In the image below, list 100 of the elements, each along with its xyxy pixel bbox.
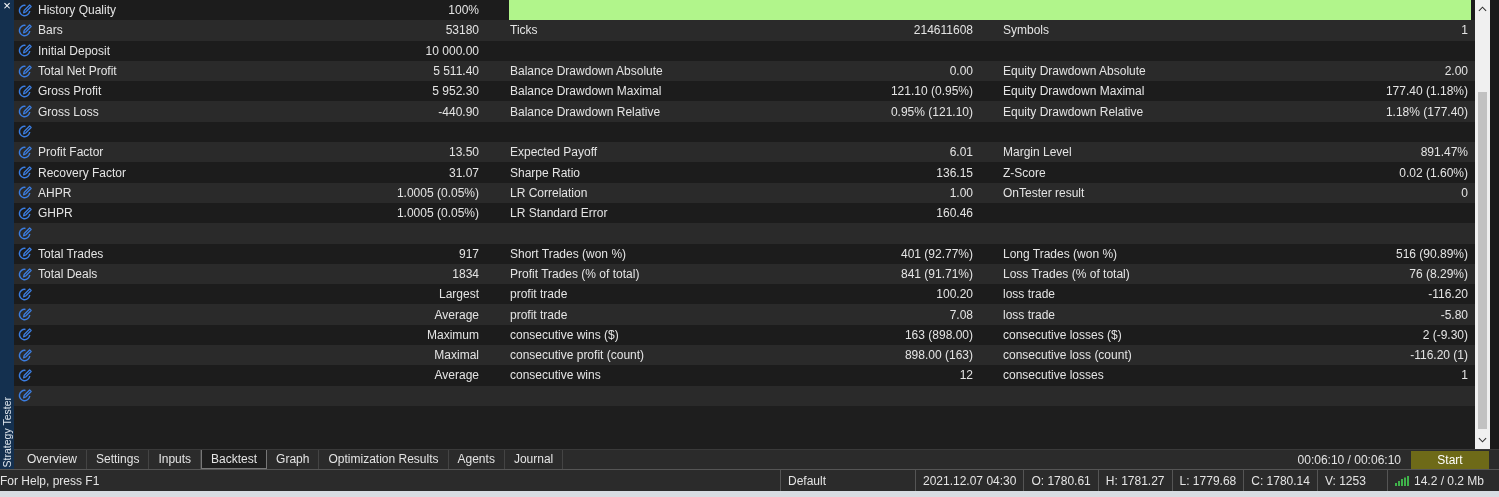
metric-value: 0.95% (121.10) bbox=[890, 104, 973, 119]
metric-label: LR Standard Error bbox=[510, 206, 608, 221]
metric-label: Balance Drawdown Absolute bbox=[510, 64, 663, 79]
metric-label: Sharpe Ratio bbox=[510, 165, 581, 180]
edit-icon[interactable] bbox=[18, 205, 33, 221]
metric-value: 1834 bbox=[452, 267, 479, 281]
start-button[interactable]: Start bbox=[1411, 451, 1489, 469]
edit-icon[interactable] bbox=[18, 368, 33, 383]
metric-value: 401 (92.77%) bbox=[900, 246, 973, 261]
metric-value: 214611608 bbox=[913, 23, 973, 38]
metric-label: Equity Drawdown Absolute bbox=[1003, 64, 1146, 79]
metric-value: 841 (91.71%) bbox=[900, 267, 973, 281]
metric-label: Total Deals bbox=[38, 267, 98, 281]
edit-icon[interactable] bbox=[18, 347, 33, 363]
metric-value: 898.00 (163) bbox=[904, 348, 973, 363]
edit-icon[interactable] bbox=[18, 144, 33, 160]
metric-label: OnTester result bbox=[1003, 185, 1085, 200]
metric-label: loss trade bbox=[1003, 307, 1056, 322]
metric-label: History Quality bbox=[38, 3, 117, 18]
metric-label: Loss Trades (% of total) bbox=[1003, 267, 1130, 281]
traffic-text: 14.2 / 0.2 Mb bbox=[1413, 473, 1484, 488]
metric-label: consecutive wins ($) bbox=[510, 327, 619, 342]
metric-label: Margin Level bbox=[1003, 145, 1072, 160]
metric-value: 2 (-9.30) bbox=[1422, 327, 1468, 342]
metric-label: Long Trades (won %) bbox=[1003, 246, 1118, 261]
metric-value: 163 (898.00) bbox=[904, 327, 973, 342]
edit-icon[interactable] bbox=[18, 104, 33, 120]
metric-value: 177.40 (1.18%) bbox=[1385, 84, 1468, 99]
metric-value: 1.0005 (0.05%) bbox=[396, 185, 479, 200]
metric-value: 53180 bbox=[445, 23, 479, 38]
metric-label: LR Correlation bbox=[510, 185, 588, 200]
metric-label: consecutive profit (count) bbox=[510, 348, 645, 363]
metric-value: 121.10 (0.95%) bbox=[890, 84, 973, 99]
edit-icon[interactable] bbox=[18, 165, 33, 180]
metric-value: Average bbox=[434, 307, 479, 322]
metric-value: 0 bbox=[1461, 185, 1468, 200]
edit-icon[interactable] bbox=[18, 2, 33, 18]
metric-value: 7.08 bbox=[949, 307, 973, 322]
metric-value: 1 bbox=[1461, 23, 1468, 38]
edit-icon[interactable] bbox=[18, 225, 33, 241]
metric-label: GHPR bbox=[38, 206, 73, 221]
metric-label: AHPR bbox=[38, 185, 72, 200]
metric-label: Profit Factor bbox=[38, 145, 104, 160]
metric-label: Balance Drawdown Relative bbox=[510, 104, 661, 119]
metric-value: 1 bbox=[1461, 368, 1468, 383]
metric-value: Largest bbox=[438, 287, 479, 302]
metric-value: 31.07 bbox=[448, 165, 479, 180]
metric-label: consecutive losses ($) bbox=[1003, 327, 1122, 342]
metric-label: Gross Profit bbox=[38, 84, 102, 99]
metric-label: Initial Deposit bbox=[38, 43, 111, 58]
edit-icon[interactable] bbox=[18, 63, 33, 79]
edit-icon[interactable] bbox=[18, 266, 33, 282]
metric-label: Ticks bbox=[510, 23, 538, 38]
metric-label: profit trade bbox=[510, 307, 568, 322]
edit-icon[interactable] bbox=[18, 327, 33, 343]
edit-icon[interactable] bbox=[18, 22, 33, 38]
metric-label: Gross Loss bbox=[38, 104, 99, 119]
metric-value: 136.15 bbox=[936, 165, 973, 180]
edit-icon[interactable] bbox=[18, 307, 33, 323]
metric-label: Z-Score bbox=[1003, 165, 1046, 180]
scrollbar[interactable] bbox=[1475, 0, 1499, 449]
metric-value: 10 000.00 bbox=[425, 43, 479, 58]
metric-value: 1.00 bbox=[949, 185, 973, 200]
metric-label: Recovery Factor bbox=[38, 165, 127, 180]
edit-icon[interactable] bbox=[18, 124, 33, 140]
metric-value: 160.46 bbox=[936, 206, 973, 221]
metric-value: 1.0005 (0.05%) bbox=[396, 206, 479, 221]
scroll-down-icon[interactable] bbox=[1478, 437, 1487, 443]
metric-label: consecutive wins bbox=[510, 368, 601, 383]
edit-icon[interactable] bbox=[18, 246, 33, 262]
metric-label: Total Trades bbox=[38, 246, 104, 261]
metric-value: 76 (8.29%) bbox=[1409, 267, 1468, 281]
edit-icon[interactable] bbox=[18, 83, 33, 99]
metric-label: Short Trades (won %) bbox=[510, 246, 627, 261]
metric-label: Total Net Profit bbox=[38, 64, 117, 79]
metric-label: Profit Trades (% of total) bbox=[510, 267, 640, 281]
tab[interactable]: Backtest bbox=[201, 450, 268, 469]
metric-label: Symbols bbox=[1003, 23, 1049, 38]
metric-value: 5 511.40 bbox=[433, 64, 479, 79]
edit-icon[interactable] bbox=[18, 286, 33, 302]
edit-icon[interactable] bbox=[18, 185, 33, 201]
metric-value: 1.18% (177.40) bbox=[1385, 104, 1468, 119]
metric-value: 12 bbox=[959, 368, 973, 383]
metric-value: 100% bbox=[448, 3, 479, 18]
edit-icon[interactable] bbox=[18, 43, 33, 59]
elapsed-time: 00:06:10 / 00:06:10 bbox=[1296, 452, 1402, 469]
metric-value: -116.20 bbox=[1428, 287, 1468, 302]
edit-icon[interactable] bbox=[18, 388, 33, 404]
metric-value: Maximal bbox=[434, 348, 479, 363]
metric-label: consecutive losses bbox=[1003, 368, 1104, 383]
metric-value: 0.00 bbox=[949, 64, 973, 79]
metric-value: 2.00 bbox=[1444, 64, 1468, 79]
metric-label: profit trade bbox=[510, 287, 568, 302]
close-button[interactable]: × bbox=[3, 0, 11, 12]
metric-label: Equity Drawdown Relative bbox=[1003, 104, 1144, 119]
scroll-up-icon[interactable] bbox=[1478, 6, 1487, 12]
signal-icon bbox=[1394, 475, 1409, 486]
metric-label: Expected Payoff bbox=[510, 145, 598, 160]
metric-label: consecutive loss (count) bbox=[1003, 348, 1132, 363]
metric-value: 6.01 bbox=[949, 145, 973, 160]
